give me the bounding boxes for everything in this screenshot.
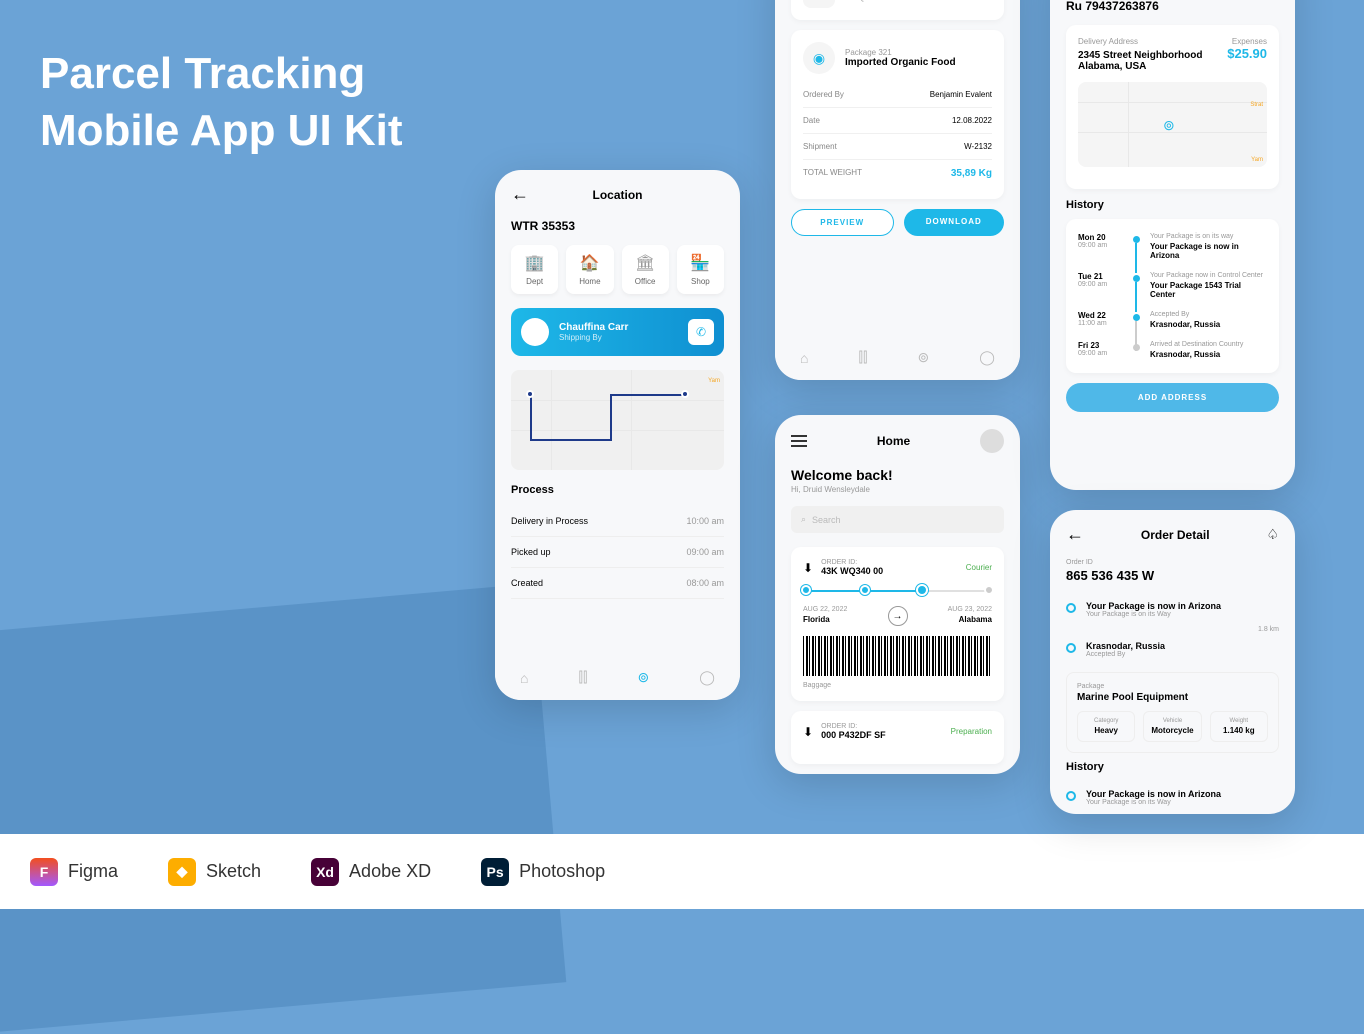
page-title: Order Detail	[1084, 528, 1266, 542]
phone-icon: ✆	[696, 325, 706, 339]
nav-location-icon[interactable]: ⊚	[918, 349, 930, 366]
screen-home: Home Welcome back! Hi, Druid Wensleydale…	[775, 415, 1020, 774]
search-icon: ⌕	[801, 514, 806, 525]
page-title: Home	[807, 434, 980, 448]
page-title: Location	[529, 188, 706, 202]
shop-icon: 🏪	[681, 253, 720, 273]
chevron-right-icon: ›	[987, 0, 992, 1]
address-card: Delivery Address 2345 Street Neighborhoo…	[1066, 25, 1279, 189]
menu-icon[interactable]	[791, 435, 807, 447]
company-logo-icon: ◉	[803, 42, 835, 74]
tool-ps: PsPhotoshop	[481, 858, 605, 886]
history-item: Mon 2009:00 am Your Package is on its wa…	[1078, 227, 1267, 266]
search-input[interactable]: ⌕Search	[791, 506, 1004, 533]
order-id: 865 536 435 W	[1066, 568, 1279, 583]
process-title: Process	[511, 484, 724, 496]
tracking-id: WTR 35353	[511, 219, 724, 233]
tool-xd: XdAdobe XD	[311, 858, 431, 886]
screen-address: ← Address Ru 79437263876 Delivery Addres…	[1050, 0, 1295, 490]
process-item: Picked up09:00 am	[511, 537, 724, 568]
nav-profile-icon[interactable]: ◯	[979, 349, 995, 366]
screen-location: ← Location WTR 35353 🏢Dept 🏠Home 🏛Office…	[495, 170, 740, 700]
download-icon: ⬇	[803, 561, 813, 575]
avatar[interactable]	[980, 429, 1004, 453]
nav-profile-icon[interactable]: ◯	[699, 669, 715, 686]
loc-type-shop[interactable]: 🏪Shop	[677, 245, 724, 294]
screen-order-detail: ← Order Detail ♤ Order ID 865 536 435 W …	[1050, 510, 1295, 814]
route-map[interactable]: Yam	[511, 370, 724, 470]
building-icon: 🏢	[515, 253, 554, 273]
history-item: Tue 2109:00 am Your Package now in Contr…	[1078, 266, 1267, 305]
bottom-nav: ⌂ ⫿⫿ ⊚ ◯	[495, 655, 740, 700]
arrow-right-icon: →	[888, 606, 908, 626]
nav-location-icon[interactable]: ⊚	[638, 669, 650, 686]
order-card[interactable]: ⬇ ORDER ID: 000 P432DF SF Preparation	[791, 711, 1004, 764]
status-badge: Preparation	[951, 727, 992, 736]
parcel-card[interactable]: ⊚ Druid Wensleydale WRQ3A-322 ›	[791, 0, 1004, 20]
add-address-button[interactable]: ADD ADDRESS	[1066, 383, 1279, 412]
home-icon: 🏠	[570, 253, 609, 273]
welcome-title: Welcome back!	[791, 467, 1004, 483]
screen-package: ⊚ Druid Wensleydale WRQ3A-322 › ◉ Packag…	[775, 0, 1020, 380]
preview-button[interactable]: PREVIEW	[791, 209, 894, 236]
history-title: History	[1066, 761, 1279, 773]
tools-bar: FFigma ◆Sketch XdAdobe XD PsPhotoshop	[0, 834, 1364, 909]
package-detail-card: ◉ Package 321 Imported Organic Food Orde…	[791, 30, 1004, 199]
back-arrow-icon[interactable]: ←	[511, 184, 529, 205]
address-map[interactable]: ⊚ Strat Yam	[1078, 82, 1267, 167]
tool-sketch: ◆Sketch	[168, 858, 261, 886]
welcome-greeting: Hi, Druid Wensleydale	[791, 485, 1004, 494]
office-icon: 🏛	[626, 253, 665, 273]
pin-icon: ⊚	[803, 0, 835, 8]
loc-type-dept[interactable]: 🏢Dept	[511, 245, 558, 294]
bell-icon[interactable]: ♤	[1266, 526, 1279, 543]
track-item: Krasnodar, Russia Accepted By	[1066, 633, 1279, 666]
parcel-code: WRQ3A-322	[845, 0, 977, 2]
history-item: Fri 2309:00 am Arrived at Destination Co…	[1078, 335, 1267, 365]
main-title: Parcel Tracking Mobile App UI Kit	[40, 45, 403, 159]
nav-stats-icon[interactable]: ⫿⫿	[859, 349, 868, 366]
download-icon: ⬇	[803, 725, 813, 739]
process-item: Created08:00 am	[511, 568, 724, 599]
shipper-card[interactable]: Chauffina Carr Shipping By ✆	[511, 308, 724, 356]
nav-stats-icon[interactable]: ⫿⫿	[579, 669, 588, 686]
loc-type-office[interactable]: 🏛Office	[622, 245, 669, 294]
avatar	[521, 318, 549, 346]
nav-home-icon[interactable]: ⌂	[520, 670, 528, 686]
process-item: Delivery in Process10:00 am	[511, 506, 724, 537]
history-title: History	[1066, 199, 1279, 211]
history-item: Wed 2211:00 am Accepted ByKrasnodar, Rus…	[1078, 305, 1267, 335]
shipper-sub: Shipping By	[559, 333, 678, 342]
call-button[interactable]: ✆	[688, 319, 714, 345]
loc-type-home[interactable]: 🏠Home	[566, 245, 613, 294]
tool-figma: FFigma	[30, 858, 118, 886]
bottom-nav: ⌂ ⫿⫿ ⊚ ◯	[775, 335, 1020, 380]
shipper-name: Chauffina Carr	[559, 322, 678, 333]
barcode	[803, 636, 992, 676]
download-button[interactable]: DOWNLOAD	[904, 209, 1005, 236]
order-card[interactable]: ⬇ ORDER ID: 43K WQ340 00 Courier AUG 22,…	[791, 547, 1004, 701]
back-arrow-icon[interactable]: ←	[1066, 524, 1084, 545]
package-card: Package Marine Pool Equipment CategoryHe…	[1066, 672, 1279, 753]
map-pin-icon: ⊚	[1163, 117, 1175, 134]
track-item: Your Package is now in Arizona Your Pack…	[1066, 593, 1279, 626]
track-item: Your Package is now in Arizona Your Pack…	[1066, 781, 1279, 814]
status-badge: Courier	[966, 563, 992, 572]
reference-id: Ru 79437263876	[1066, 0, 1279, 13]
nav-home-icon[interactable]: ⌂	[800, 350, 808, 366]
